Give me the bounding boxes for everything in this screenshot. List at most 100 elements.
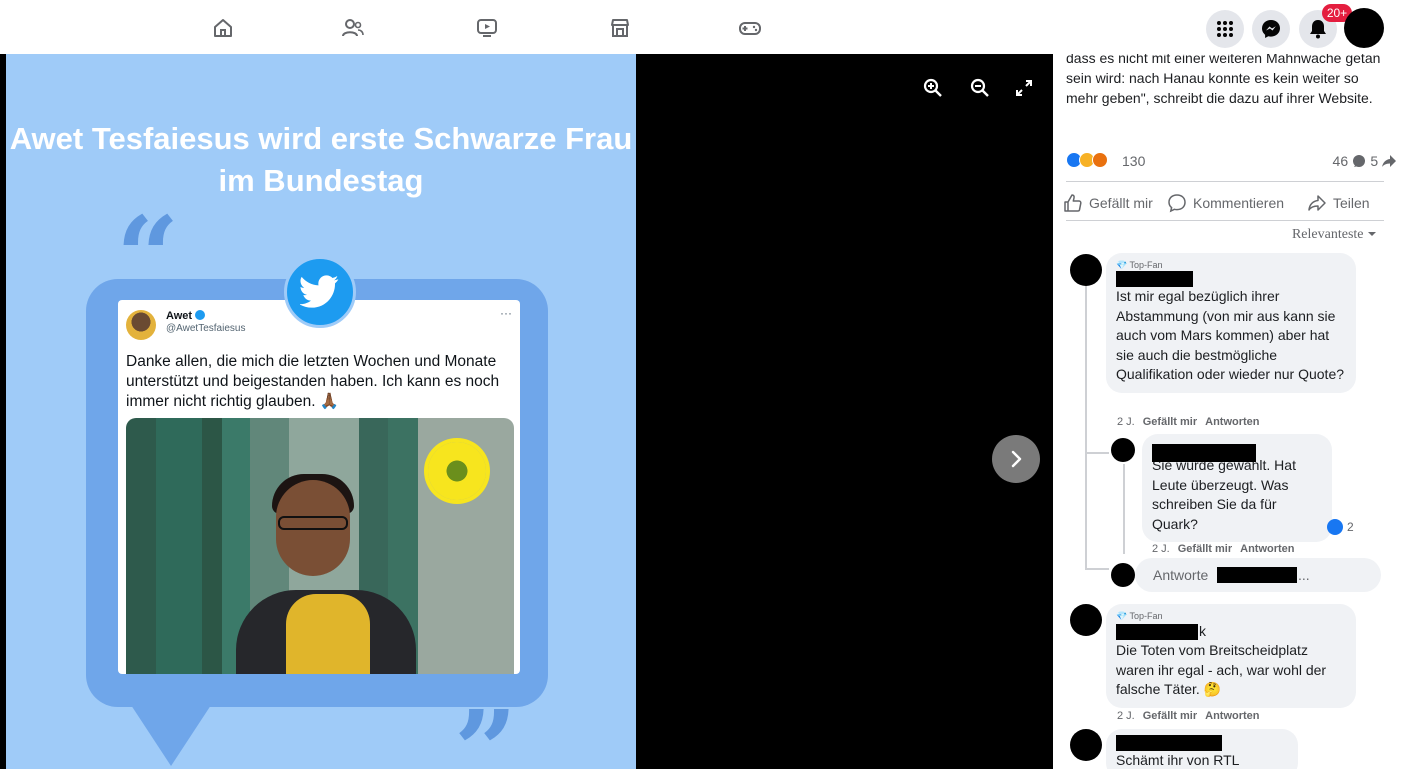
speech-bubble-tail: [129, 702, 213, 766]
commenter-avatar[interactable]: [1070, 729, 1102, 761]
comment-text: Die Toten vom Breitscheidplatz waren ihr…: [1116, 642, 1327, 697]
comment-bubble-icon: [1353, 155, 1365, 167]
name-tail: k: [1199, 623, 1206, 639]
like-button[interactable]: Gefällt mir: [1063, 191, 1153, 215]
thread-line: [1085, 452, 1109, 454]
comment-text: Schämt ihr von RTL: [1116, 752, 1240, 768]
angry-reaction-icon: [1092, 152, 1108, 168]
share-label: Teilen: [1333, 195, 1370, 211]
comment-sort-dropdown[interactable]: Relevanteste: [1292, 227, 1377, 243]
menu-grid-icon: [1217, 21, 1233, 37]
tweet-photo: [126, 418, 514, 674]
tweet-handle: @AwetTesfaiesus: [166, 323, 246, 334]
top-fan-label: Top-Fan: [1129, 260, 1163, 270]
reply-bubble: Sie wurde gewählt. Hat Leute überzeugt. …: [1142, 434, 1332, 542]
redacted-name[interactable]: [1116, 271, 1193, 287]
comment-bubble: Schämt ihr von RTL: [1106, 729, 1298, 769]
comment-like-link[interactable]: Gefällt mir: [1143, 710, 1197, 722]
share-icon: [1308, 195, 1326, 211]
comment-age: 2 J.: [1152, 543, 1170, 555]
share-arrow-icon: [1382, 155, 1396, 167]
divider: [1066, 181, 1384, 182]
profile-avatar[interactable]: [1344, 8, 1384, 48]
comment-like-link[interactable]: Gefällt mir: [1143, 416, 1197, 428]
comment-reply-link[interactable]: Antworten: [1205, 710, 1259, 722]
post-sidebar: dass es nicht mit einer weiteren Mahnwac…: [1053, 54, 1405, 769]
redacted-name: [1217, 567, 1297, 583]
next-photo-button[interactable]: [992, 435, 1040, 483]
watch-icon[interactable]: [473, 14, 501, 42]
friends-icon[interactable]: [339, 14, 367, 42]
comment-bubble: 💎 Top-Fan k Die Toten vom Breitscheidpla…: [1106, 604, 1356, 708]
tweet-card: Awet @AwetTesfaiesus ··· Danke allen, di…: [118, 300, 520, 674]
tweet-more-icon: ···: [500, 306, 512, 320]
top-navigation: 20+: [0, 0, 1405, 54]
like-label: Gefällt mir: [1089, 195, 1153, 211]
reply-placeholder: Antworte: [1153, 567, 1209, 583]
messenger-button[interactable]: [1252, 10, 1290, 48]
photo-viewer: Awet Tesfaiesus wird erste Schwarze Frau…: [0, 54, 1053, 769]
comment-meta: 2 J. Gefällt mir Antworten: [1152, 543, 1295, 555]
comment-meta: 2 J. Gefällt mir Antworten: [1117, 416, 1260, 428]
divider: [1066, 220, 1384, 221]
thumbs-up-icon: [1064, 194, 1082, 212]
share-button[interactable]: Teilen: [1307, 191, 1370, 215]
close-quote-icon: ”: [454, 686, 518, 769]
comment-icon: [1168, 194, 1186, 213]
thread-line: [1085, 286, 1087, 570]
redacted-name[interactable]: [1116, 735, 1222, 751]
chevron-right-icon: [1011, 450, 1022, 468]
comment-reply-link[interactable]: Antworten: [1240, 543, 1294, 555]
tweet-name-text: Awet: [166, 310, 193, 322]
top-fan-badge: 💎 Top-Fan: [1116, 611, 1163, 621]
caret-down-icon: [1368, 232, 1376, 236]
comment-age: 2 J.: [1117, 416, 1135, 428]
person-glasses: [278, 516, 348, 530]
thread-line: [1085, 568, 1109, 570]
twitter-bird-icon: [284, 256, 356, 328]
comment-count-value: 46: [1332, 153, 1349, 169]
reply-input[interactable]: Antworte ...: [1135, 558, 1381, 592]
comment-count[interactable]: 46: [1333, 153, 1366, 169]
post-image: Awet Tesfaiesus wird erste Schwarze Frau…: [6, 54, 636, 769]
redacted-name: [1116, 624, 1198, 640]
commenter-name[interactable]: k: [1116, 622, 1346, 641]
tweet-avatar: [126, 310, 156, 340]
tweet-author-name: Awet: [166, 310, 206, 322]
zoom-out-icon[interactable]: [966, 74, 994, 102]
reply-ellipsis: ...: [1298, 567, 1310, 583]
marketplace-icon[interactable]: [606, 14, 634, 42]
sunflower-logo: [428, 442, 486, 500]
reactions-summary[interactable]: 130 46 5: [1066, 152, 1396, 172]
image-headline: Awet Tesfaiesus wird erste Schwarze Frau…: [9, 121, 633, 198]
comment-like-link[interactable]: Gefällt mir: [1178, 543, 1232, 555]
redacted-name[interactable]: [1152, 444, 1256, 462]
comment-bubble: 💎 Top-Fan Ist mir egal bezüglich ihrer A…: [1106, 253, 1356, 393]
comment-text: Ist mir egal bezüglich ihrer Abstammung …: [1116, 288, 1345, 382]
post-text: dass es nicht mit einer weiteren Mahnwac…: [1066, 54, 1381, 106]
comment-reply-link[interactable]: Antworten: [1205, 416, 1259, 428]
comment-button[interactable]: Kommentieren: [1167, 191, 1284, 215]
gaming-icon[interactable]: [736, 14, 764, 42]
like-reaction-icon: [1327, 519, 1343, 535]
commenter-avatar[interactable]: [1070, 254, 1102, 286]
verified-icon: [195, 310, 206, 320]
own-avatar: [1111, 563, 1135, 587]
top-fan-badge: 💎 Top-Fan: [1116, 260, 1163, 270]
bell-icon: [1310, 20, 1326, 39]
comment-text: Sie wurde gewählt. Hat Leute überzeugt. …: [1152, 457, 1296, 532]
pillar-shape: [156, 418, 202, 674]
home-icon[interactable]: [209, 14, 237, 42]
comment-age: 2 J.: [1117, 710, 1135, 722]
sort-label: Relevanteste: [1291, 227, 1364, 242]
commenter-avatar[interactable]: [1070, 604, 1102, 636]
share-count[interactable]: 5: [1370, 153, 1396, 169]
reply-like-count: 2: [1347, 520, 1354, 534]
menu-grid-button[interactable]: [1206, 10, 1244, 48]
tweet-text: Danke allen, die mich die letzten Wochen…: [126, 353, 500, 410]
zoom-in-icon[interactable]: [919, 74, 947, 102]
messenger-icon: [1262, 20, 1280, 38]
fullscreen-icon[interactable]: [1010, 74, 1038, 102]
reaction-count: 130: [1122, 153, 1146, 169]
share-count-value: 5: [1370, 153, 1379, 169]
